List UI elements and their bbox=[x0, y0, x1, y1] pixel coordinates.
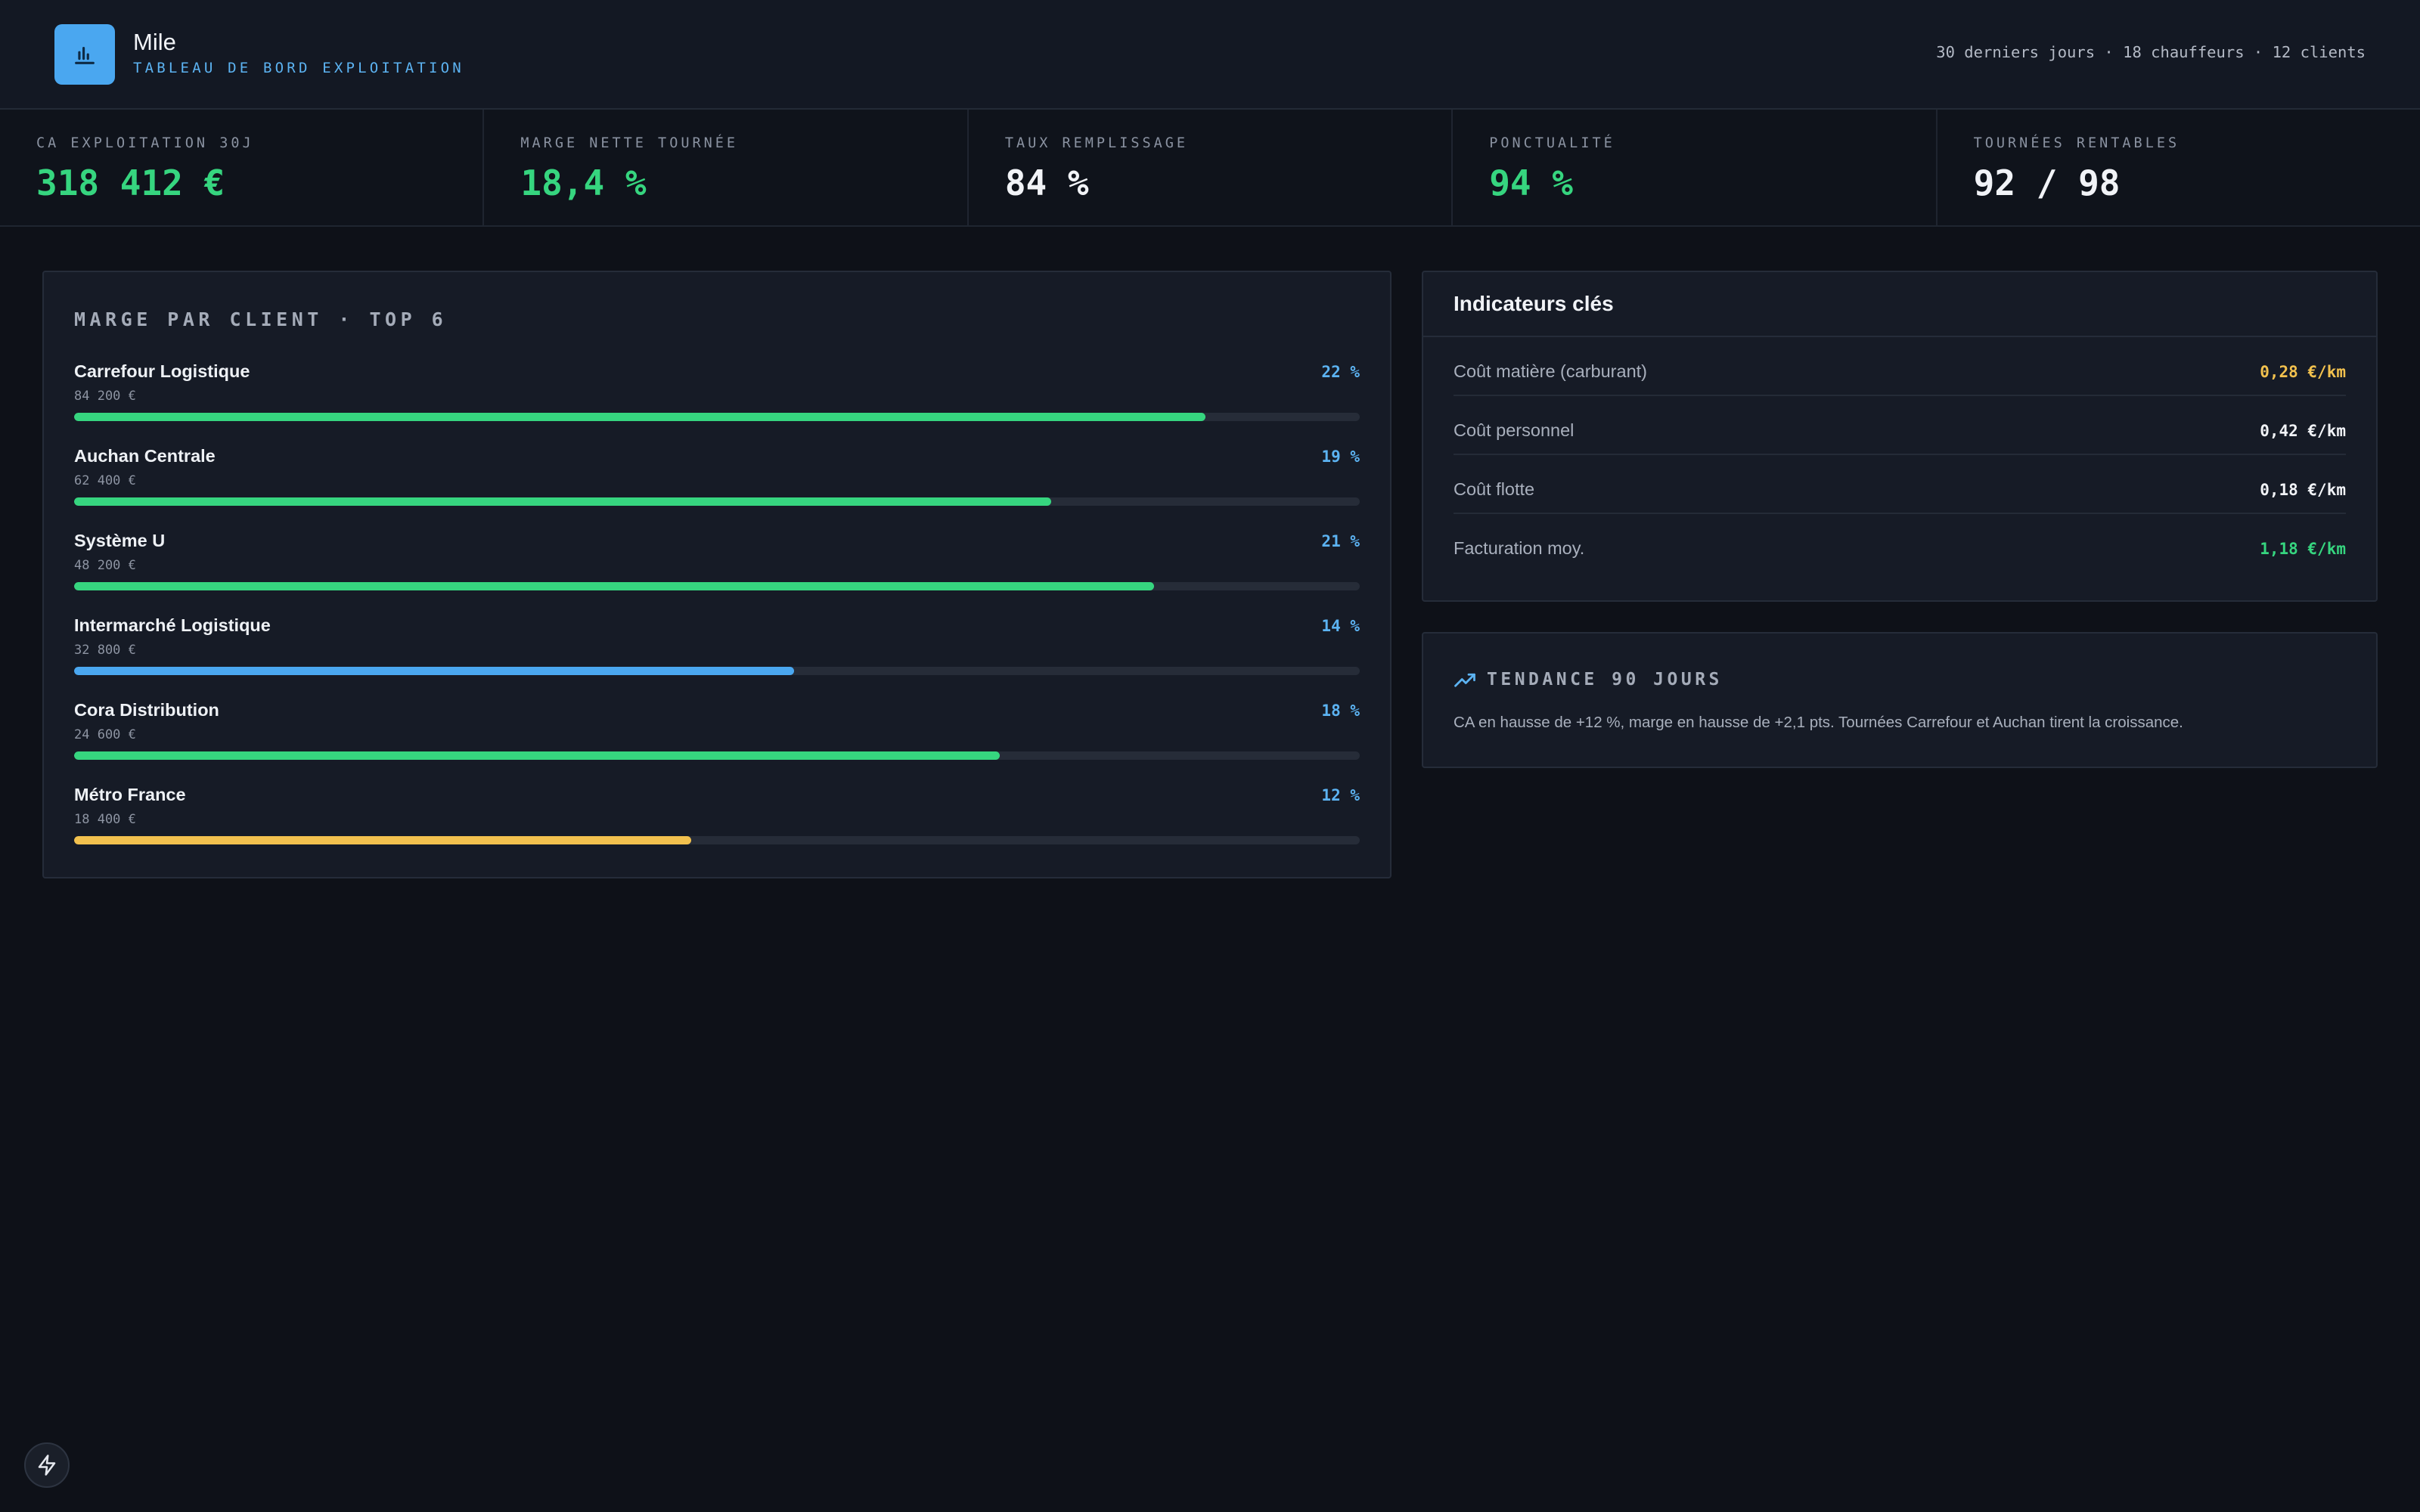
progress-track bbox=[74, 497, 1360, 506]
client-amount: 24 600 € bbox=[74, 727, 136, 742]
trending-up-icon bbox=[1454, 673, 1475, 687]
kpi-label: CA EXPLOITATION 30J bbox=[36, 135, 254, 151]
kpi-label: TAUX REMPLISSAGE bbox=[1004, 135, 1189, 151]
client-margin-pct: 18 % bbox=[1321, 702, 1360, 720]
app-name: Mile bbox=[133, 29, 176, 55]
quick-action-button[interactable] bbox=[24, 1442, 70, 1488]
progress-fill bbox=[74, 582, 1154, 590]
kpi-card-revenue: CA EXPLOITATION 30J 318 412 € bbox=[0, 110, 485, 225]
progress-track bbox=[74, 413, 1360, 421]
kpi-label: MARGE NETTE TOURNÉE bbox=[520, 135, 739, 151]
header-meta: 30 derniers jours · 18 chauffeurs · 12 c… bbox=[1936, 43, 2366, 61]
client-row[interactable]: Carrefour Logistique 84 200 € 22 % bbox=[74, 361, 1360, 434]
client-amount: 48 200 € bbox=[74, 558, 136, 573]
kpi-card-profitable-tours: TOURNÉES RENTABLES 92 / 98 bbox=[1938, 110, 2420, 225]
client-name: Système U bbox=[74, 531, 166, 550]
progress-track bbox=[74, 751, 1360, 760]
client-amount: 32 800 € bbox=[74, 643, 136, 658]
client-name: Carrefour Logistique bbox=[74, 361, 250, 381]
kpi-value: 92 / 98 bbox=[1973, 163, 2121, 203]
lightning-icon bbox=[38, 1455, 56, 1476]
client-row[interactable]: Auchan Centrale 62 400 € 19 % bbox=[74, 446, 1360, 519]
indicator-row: Facturation moy. 1,18 €/km bbox=[1454, 514, 2346, 573]
app-header: Mile TABLEAU DE BORD EXPLOITATION 30 der… bbox=[0, 0, 2420, 110]
client-margin-pct: 19 % bbox=[1321, 448, 1360, 466]
kpi-label: PONCTUALITÉ bbox=[1489, 135, 1615, 151]
kpi-value: 18,4 % bbox=[520, 163, 647, 203]
app-subtitle: TABLEAU DE BORD EXPLOITATION bbox=[133, 60, 464, 76]
client-amount: 84 200 € bbox=[74, 389, 136, 404]
kpi-card-fill-rate: TAUX REMPLISSAGE 84 % bbox=[969, 110, 1454, 225]
panel-title: MARGE PAR CLIENT · TOP 6 bbox=[74, 308, 448, 330]
indicator-row: Coût personnel 0,42 €/km bbox=[1454, 396, 2346, 455]
indicator-value: 0,28 €/km bbox=[2260, 363, 2346, 381]
indicator-label: Coût flotte bbox=[1454, 479, 1535, 499]
progress-fill bbox=[74, 751, 1000, 760]
indicator-row: Coût flotte 0,18 €/km bbox=[1454, 455, 2346, 514]
client-name: Auchan Centrale bbox=[74, 446, 216, 466]
kpi-value: 318 412 € bbox=[36, 163, 225, 203]
progress-fill bbox=[74, 667, 794, 675]
indicator-label: Coût personnel bbox=[1454, 420, 1575, 440]
indicator-value: 0,18 €/km bbox=[2260, 481, 2346, 499]
progress-track bbox=[74, 667, 1360, 675]
client-margin-pct: 12 % bbox=[1321, 786, 1360, 804]
client-name: Intermarché Logistique bbox=[74, 615, 271, 635]
client-row[interactable]: Cora Distribution 24 600 € 18 % bbox=[74, 700, 1360, 773]
app-logo[interactable] bbox=[54, 24, 115, 85]
panel-title: Indicateurs clés bbox=[1454, 292, 1614, 315]
indicator-label: Coût matière (carburant) bbox=[1454, 361, 1647, 381]
progress-track bbox=[74, 836, 1360, 844]
client-name: Cora Distribution bbox=[74, 700, 219, 720]
progress-fill bbox=[74, 497, 1051, 506]
client-margin-pct: 22 % bbox=[1321, 363, 1360, 381]
kpi-value: 84 % bbox=[1004, 163, 1089, 203]
indicator-value: 1,18 €/km bbox=[2260, 540, 2346, 558]
client-name: Métro France bbox=[74, 785, 186, 804]
client-amount: 18 400 € bbox=[74, 812, 136, 827]
kpi-label: TOURNÉES RENTABLES bbox=[1973, 135, 2180, 151]
panel-title: TENDANCE 90 JOURS bbox=[1487, 670, 1723, 689]
client-margin-pct: 14 % bbox=[1321, 617, 1360, 635]
progress-fill bbox=[74, 836, 691, 844]
kpi-card-punctuality: PONCTUALITÉ 94 % bbox=[1453, 110, 1938, 225]
progress-fill bbox=[74, 413, 1205, 421]
trend-summary: CA en hausse de +12 %, marge en hausse d… bbox=[1454, 714, 2183, 731]
client-row[interactable]: Intermarché Logistique 32 800 € 14 % bbox=[74, 615, 1360, 688]
indicator-row: Coût matière (carburant) 0,28 €/km bbox=[1454, 337, 2346, 396]
client-row[interactable]: Métro France 18 400 € 12 % bbox=[74, 785, 1360, 857]
bar-chart-icon bbox=[75, 46, 95, 64]
indicator-value: 0,42 €/km bbox=[2260, 422, 2346, 440]
client-margin-pct: 21 % bbox=[1321, 532, 1360, 550]
key-indicators-panel: Indicateurs clés Coût matière (carburant… bbox=[1422, 271, 2378, 602]
progress-track bbox=[74, 582, 1360, 590]
panel-header: Indicateurs clés bbox=[1423, 272, 2376, 337]
kpi-value: 94 % bbox=[1489, 163, 1573, 203]
trend-panel: TENDANCE 90 JOURS CA en hausse de +12 %,… bbox=[1422, 632, 2378, 768]
client-row[interactable]: Système U 48 200 € 21 % bbox=[74, 531, 1360, 603]
margin-by-client-panel: MARGE PAR CLIENT · TOP 6 Carrefour Logis… bbox=[42, 271, 1392, 878]
indicator-label: Facturation moy. bbox=[1454, 538, 1585, 558]
kpi-card-margin: MARGE NETTE TOURNÉE 18,4 % bbox=[484, 110, 969, 225]
client-amount: 62 400 € bbox=[74, 473, 136, 488]
kpi-strip: CA EXPLOITATION 30J 318 412 € MARGE NETT… bbox=[0, 110, 2420, 227]
